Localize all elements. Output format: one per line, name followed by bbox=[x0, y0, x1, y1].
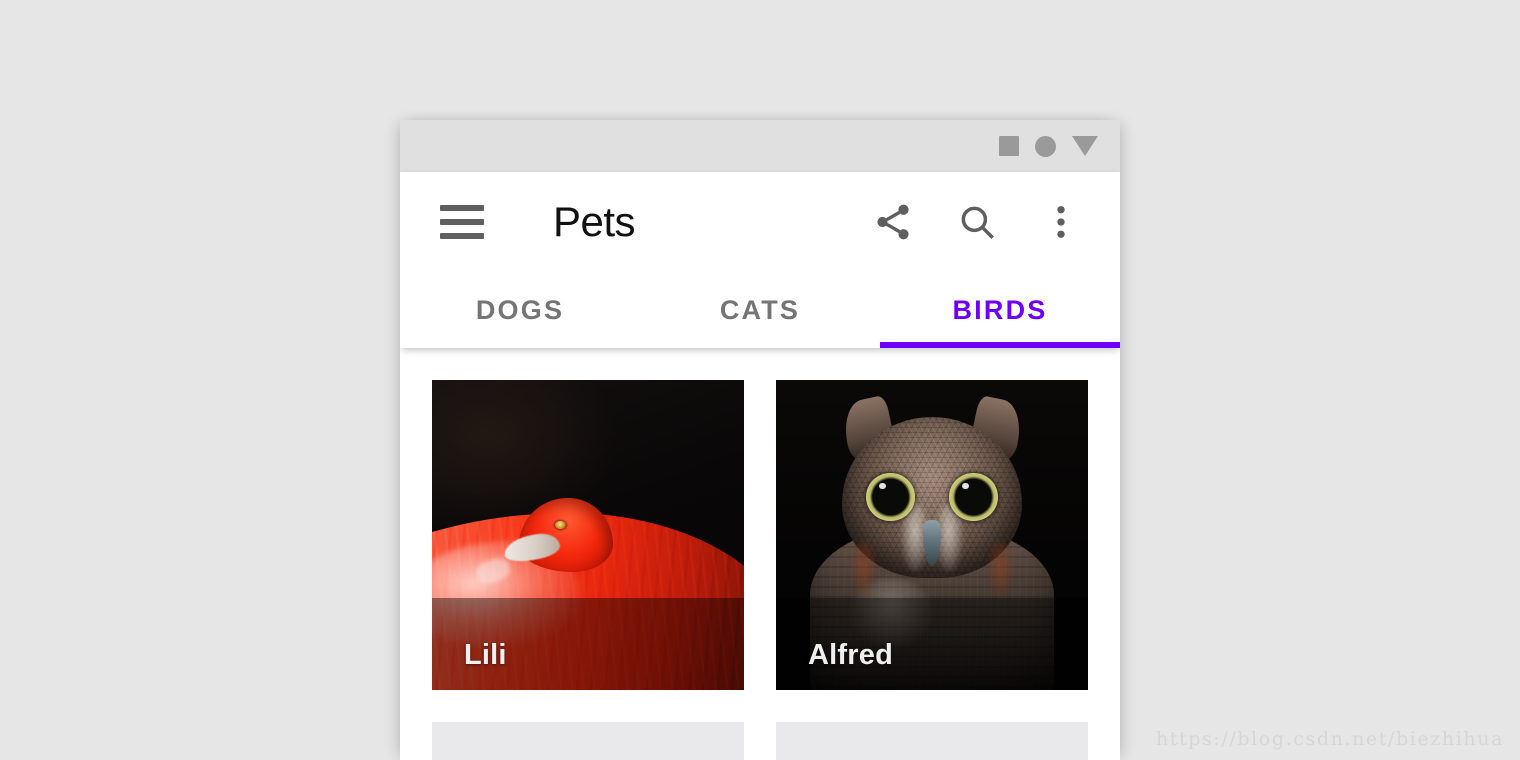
pet-card-grid: Lili Alfred bbox=[432, 380, 1088, 760]
search-icon[interactable] bbox=[956, 201, 998, 243]
tab-indicator bbox=[880, 342, 1120, 348]
page-title: Pets bbox=[553, 198, 636, 245]
share-icon[interactable] bbox=[872, 201, 914, 243]
pet-name-label: Alfred bbox=[808, 639, 893, 671]
pet-name-label: Lili bbox=[464, 639, 507, 671]
pet-card[interactable]: Alfred bbox=[776, 380, 1088, 690]
tab-label: DOGS bbox=[475, 294, 565, 325]
pet-card-placeholder[interactable] bbox=[776, 722, 1088, 760]
hamburger-bar bbox=[440, 233, 484, 239]
hamburger-bar bbox=[440, 219, 484, 225]
tab-cats[interactable]: CATS bbox=[640, 272, 880, 348]
android-device-frame: Pets DOGS CATS BIRDS Lili Alfred bbox=[400, 120, 1120, 760]
tab-dogs[interactable]: DOGS bbox=[400, 272, 640, 348]
tab-label: CATS bbox=[719, 294, 801, 325]
home-circle-button[interactable] bbox=[1035, 135, 1056, 157]
pet-card-placeholder[interactable] bbox=[432, 722, 744, 760]
toolbar-actions bbox=[872, 201, 1082, 243]
hamburger-bar bbox=[440, 205, 484, 211]
toolbar: Pets bbox=[400, 172, 1120, 272]
hamburger-menu-icon[interactable] bbox=[440, 205, 484, 239]
tab-bar: DOGS CATS BIRDS bbox=[400, 272, 1120, 348]
watermark-text: https://blog.csdn.net/biezhihua bbox=[1155, 728, 1504, 750]
back-triangle-button[interactable] bbox=[1072, 136, 1098, 156]
recents-square-button[interactable] bbox=[999, 136, 1019, 156]
android-status-bar bbox=[400, 120, 1120, 172]
app-bar: Pets DOGS CATS BIRDS bbox=[400, 172, 1120, 348]
tab-birds[interactable]: BIRDS bbox=[880, 272, 1120, 348]
pet-list-content[interactable]: Lili Alfred bbox=[400, 348, 1120, 760]
more-vertical-icon[interactable] bbox=[1040, 201, 1082, 243]
pet-card[interactable]: Lili bbox=[432, 380, 744, 690]
tab-label: BIRDS bbox=[952, 294, 1048, 325]
